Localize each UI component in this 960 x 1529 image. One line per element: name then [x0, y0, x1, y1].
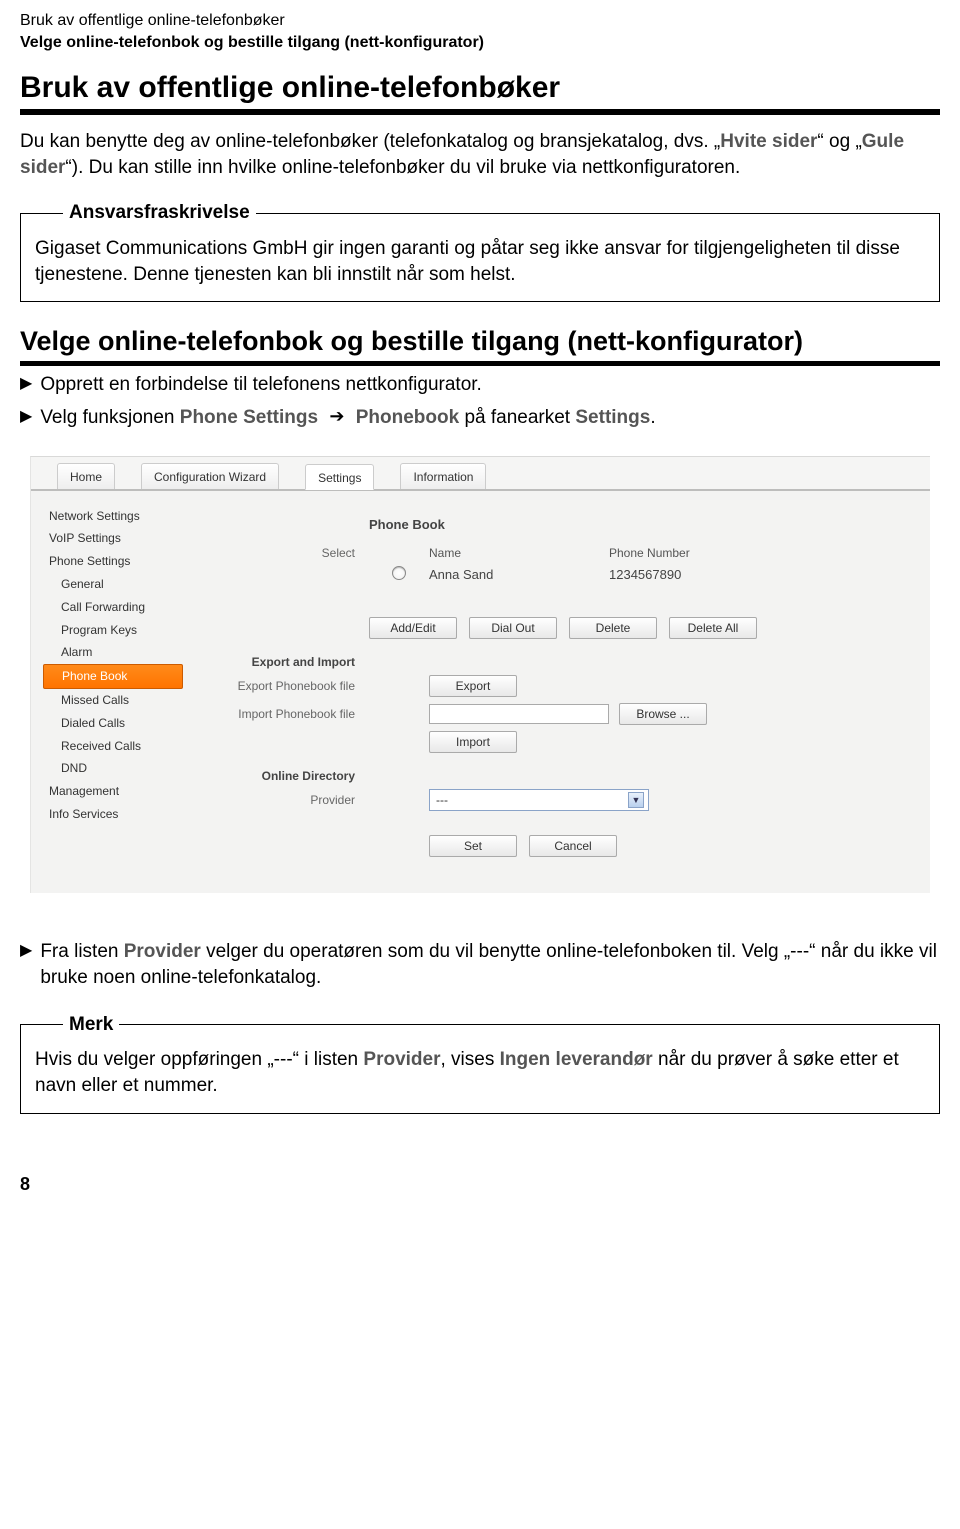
tab-settings[interactable]: Settings: [305, 464, 374, 490]
sidebar-item-programkeys[interactable]: Program Keys: [43, 619, 183, 642]
import-button[interactable]: Import: [429, 731, 517, 753]
sidebar-item-phonebook[interactable]: Phone Book: [43, 664, 183, 689]
online-directory-heading: Online Directory: [193, 769, 369, 783]
header-line1: Bruk av offentlige online-telefonbøker: [20, 10, 940, 32]
note-legend: Merk: [63, 1012, 119, 1038]
table-row: Anna Sand 1234567890: [193, 566, 914, 583]
sidebar-item-voip[interactable]: VoIP Settings: [43, 527, 183, 550]
running-header: Bruk av offentlige online-telefonbøker V…: [20, 10, 940, 53]
step-provider: ▶ Fra listen Provider velger du operatør…: [20, 939, 940, 992]
triangle-icon: ▶: [20, 939, 32, 963]
triangle-icon: ▶: [20, 405, 32, 429]
tabbar: Home Configuration Wizard Settings Infor…: [31, 457, 930, 491]
provider-select[interactable]: --- ▼: [429, 789, 649, 811]
cancel-button[interactable]: Cancel: [529, 835, 617, 857]
chevron-down-icon: ▼: [628, 792, 644, 808]
export-label: Export Phonebook file: [193, 679, 369, 693]
add-edit-button[interactable]: Add/Edit: [369, 617, 457, 639]
cell-number: 1234567890: [609, 567, 681, 582]
section-subtitle: Velge online-telefonbok og bestille tilg…: [20, 326, 940, 366]
step-1: ▶ Opprett en forbindelse til telefonens …: [20, 372, 940, 399]
sidebar-item-network[interactable]: Network Settings: [43, 505, 183, 528]
dial-out-button[interactable]: Dial Out: [469, 617, 557, 639]
disclaimer-box: Ansvarsfraskrivelse Gigaset Communicatio…: [20, 200, 940, 302]
sidebar-item-management[interactable]: Management: [43, 780, 183, 803]
row-select-radio[interactable]: [392, 566, 406, 580]
sidebar-item-dialed[interactable]: Dialed Calls: [43, 712, 183, 735]
note-box: Merk Hvis du velger oppføringen „---“ i …: [20, 1012, 940, 1114]
sidebar-item-missed[interactable]: Missed Calls: [43, 689, 183, 712]
page-title: Bruk av offentlige online-telefonbøker: [20, 71, 940, 115]
tab-wizard[interactable]: Configuration Wizard: [141, 463, 279, 489]
triangle-icon: ▶: [20, 372, 32, 396]
tab-information[interactable]: Information: [400, 463, 486, 489]
provider-value: ---: [436, 793, 448, 807]
browse-button[interactable]: Browse ...: [619, 703, 707, 725]
set-button[interactable]: Set: [429, 835, 517, 857]
delete-button[interactable]: Delete: [569, 617, 657, 639]
delete-all-button[interactable]: Delete All: [669, 617, 757, 639]
arrow-right-icon: ➔: [329, 406, 344, 426]
export-import-heading: Export and Import: [193, 655, 369, 669]
web-configurator-screenshot: Home Configuration Wizard Settings Infor…: [30, 456, 930, 893]
step-2: ▶ Velg funksjonen Phone Settings ➔ Phone…: [20, 405, 940, 432]
import-file-input[interactable]: [429, 704, 609, 724]
name-column-head: Name: [429, 546, 609, 560]
disclaimer-legend: Ansvarsfraskrivelse: [63, 200, 256, 226]
sidebar-item-callfw[interactable]: Call Forwarding: [43, 596, 183, 619]
sidebar-item-general[interactable]: General: [43, 573, 183, 596]
tab-home[interactable]: Home: [57, 463, 115, 489]
import-label: Import Phonebook file: [193, 707, 369, 721]
header-line2: Velge online-telefonbok og bestille tilg…: [20, 32, 940, 54]
sidebar-item-received[interactable]: Received Calls: [43, 735, 183, 758]
sidebar-item-phone-settings[interactable]: Phone Settings: [43, 550, 183, 573]
disclaimer-text: Gigaset Communications GmbH gir ingen ga…: [35, 238, 900, 285]
sidebar-item-dnd[interactable]: DND: [43, 757, 183, 780]
page-number: 8: [20, 1174, 940, 1195]
intro-paragraph: Du kan benytte deg av online-telefonbøke…: [20, 129, 940, 180]
provider-label: Provider: [193, 793, 369, 807]
phonebook-heading: Phone Book: [369, 517, 445, 532]
cell-name: Anna Sand: [429, 567, 609, 582]
export-button[interactable]: Export: [429, 675, 517, 697]
sidebar-item-infoservices[interactable]: Info Services: [43, 803, 183, 826]
content-pane: Phone Book Select Name Phone Number Anna…: [183, 491, 930, 873]
sidebar: Network Settings VoIP Settings Phone Set…: [31, 491, 183, 873]
number-column-head: Phone Number: [609, 546, 690, 560]
select-column-label: Select: [193, 546, 369, 560]
sidebar-item-alarm[interactable]: Alarm: [43, 641, 183, 664]
